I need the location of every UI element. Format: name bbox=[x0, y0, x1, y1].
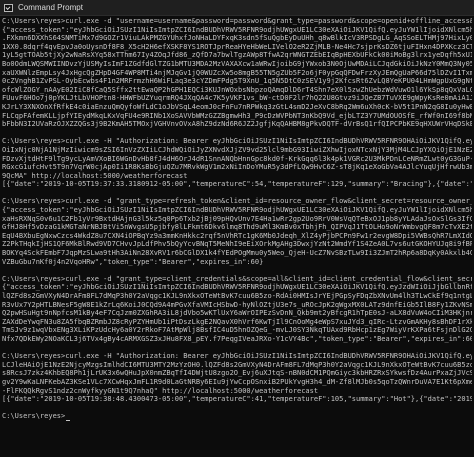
console-line: Nfx7QDkEWy2NOaKCL3j6TVx4gBy4cARMXGSZ3xJH… bbox=[2, 334, 472, 343]
console-line: xaUXWNlzEmpLsy4JxHgcQgZHpD4GF4WP8MTi4njM… bbox=[2, 68, 472, 77]
console-line: [{"date":"2019-10-05T19:38:48.4300473-05… bbox=[2, 395, 472, 404]
console-line: VZBuGbu7nKf0j4n2VqoHRw","token_type":"Be… bbox=[2, 257, 264, 266]
window-title: Command Prompt bbox=[18, 3, 83, 12]
console-line: OiIxNjc0NjA1NjMzIiwicm9sZSI6InVzZXIiLCJh… bbox=[2, 145, 472, 154]
console-line: -FlFKQQkRgvS1ndz2cnWyfkyyGN1t9Q7nhaQ" ht… bbox=[2, 386, 319, 395]
command-prompt-icon bbox=[4, 3, 13, 12]
console-line: Bo0OdmLWQSMWIINDvzYjUSMyIsImF1ZGdfdGlTZG… bbox=[2, 59, 472, 68]
console-line: {"access_token":"eyJhbGciOiJSUzI1NiIsImt… bbox=[2, 206, 472, 215]
console-line: FUuvF6HOo7j0pYKLJtLbVHOPtn8-HHWFbUZYuqrm… bbox=[2, 94, 472, 103]
console-line: C:\Users\reyes>curl.exe -H "Authorizatio… bbox=[2, 137, 472, 146]
console-line: .FXkmn6DXXhS64SNMTiMx7d9GOZr1ViuLAkPMZGY… bbox=[2, 34, 472, 43]
console-line: 9QcMA" http://localhost:5000/weatherfore… bbox=[2, 171, 188, 180]
console-line: lQZFd8s2GmVXyN4DrAFm8FL7dMqP3h0Y2aVqgc1K… bbox=[2, 292, 472, 300]
console-line: LCJleHAiOjE1NzE2NjcyMzgsImlhdCI6MTU3MTY2… bbox=[2, 360, 472, 369]
title-bar[interactable]: Command Prompt bbox=[0, 0, 474, 16]
console-line: Q2pwHSuHgt9nNpfcsM1kBy4eF7CqJzm0ZXGhRA3i… bbox=[2, 309, 472, 318]
console-line: TmSJv9z1wqVbxENg3XLiKPzUdcHy6a0Y2rRkoF7A… bbox=[2, 326, 472, 335]
console-line: 1XX0.8dqrf4qvEpvJa0oUysnDf8F8_X5cH2H6efX… bbox=[2, 42, 472, 51]
console-line: RGxcG1ufcHvt5T9n7VqrW0cjAp0Ii1R8KsBbGjuQ… bbox=[2, 163, 472, 172]
console-line: ofcWlZOGY_nAAyE02IiC8fCaQ5Sffx2ttEwaQP2h… bbox=[2, 85, 472, 94]
console-line: C:\Users\reyes>curl.exe -d "username=use… bbox=[2, 17, 472, 25]
console-line: C:\Users\reyes>curl.exe -H "Authorizatio… bbox=[2, 352, 472, 361]
console-line: 0cZVnghB1ZvPSL-OybEcwbs4F1n2MRFrmzhH6WiF… bbox=[2, 77, 472, 86]
console-line: EqU4BXbuEgNxwCzcs4WkdZ8u7CXN4iOPBqYz9a3m… bbox=[2, 231, 472, 240]
console-line: GfHJ8Hf5vDzaG1kMGTaNrNBJBtVi5nWvgsU5pjbf… bbox=[2, 223, 472, 232]
console-line: Z2PkTHqkIjHS1QF6MkBlRwd9VD7CHvvJpLdfPhv5… bbox=[2, 240, 472, 249]
console-line: FDzvXjtdHtF9lTg9ycLyAmVXoBI6WGnDvHb8fJ4d… bbox=[2, 154, 472, 163]
console-line: 1yL5gtTOAb5tjXy2wNaRsXYq58xTThm67Iy4ZOqJ… bbox=[2, 51, 472, 60]
console-line: gv2Y9wKaLNFKebAZ3KSe1VLc7XCwHqxJmFL1R9d0… bbox=[2, 377, 472, 386]
command-prompt-window[interactable]: Command Prompt C:\Users\reyes>curl.exe -… bbox=[0, 0, 474, 457]
console-line: bFbbN3I2UVaRzOJXZZQGs3j9B2KmAH5TMOxjVGHV… bbox=[2, 120, 472, 129]
text-cursor bbox=[66, 419, 71, 421]
console-line: C:\Users\reyes>curl.exe -d "grant_type=r… bbox=[2, 197, 472, 206]
console-line: R3vUx7Y2pHTLBNesF5gW8E1kZrLq6KoiJ0CQd9A4… bbox=[2, 300, 472, 309]
console-line: s8RcsJ7zkz4KhbEQ8Ph1jLrUK3x6wQHuJpX0nmZB… bbox=[2, 369, 472, 378]
console-line: FLCqpFAfemKLLjpfYIEydMkqLKxVqFU4e9RINb1X… bbox=[2, 111, 472, 120]
console-line: KJrLY3XNXOnXfRfkE4c0iaEnzuQmQyfoWfLdC1oJ… bbox=[2, 102, 472, 111]
console-line: ZAXdDeYwqFN3u8ZA5fbqBZRmbJZ8cRyPZYHmUb1i… bbox=[2, 317, 472, 326]
console-line: {"access_token":"eyJhbGciOiJSUzI1NiIsImt… bbox=[2, 283, 472, 292]
console-line: [{"date":"2019-10-05T19:37:33.3180912-05… bbox=[2, 180, 472, 189]
console-line: {"access_token":"eyJhbGciOiJSUzI1NiIsImt… bbox=[2, 25, 472, 34]
console-line: xaHsRXNqS0v6u1C2Fb1yVr9BxtdHAjnG3l5kz5q0… bbox=[2, 214, 472, 223]
console-output[interactable]: C:\Users\reyes>curl.exe -d "username=use… bbox=[2, 17, 472, 455]
console-line: C:\Users\reyes>curl.exe -d "grant_type=c… bbox=[2, 274, 472, 283]
console-line: C:\Users\reyes> bbox=[2, 412, 472, 421]
console-line: BOKYq4SckFEmbF7JqpMzSLwa9tHh3AiNn28XvRV1… bbox=[2, 249, 472, 258]
